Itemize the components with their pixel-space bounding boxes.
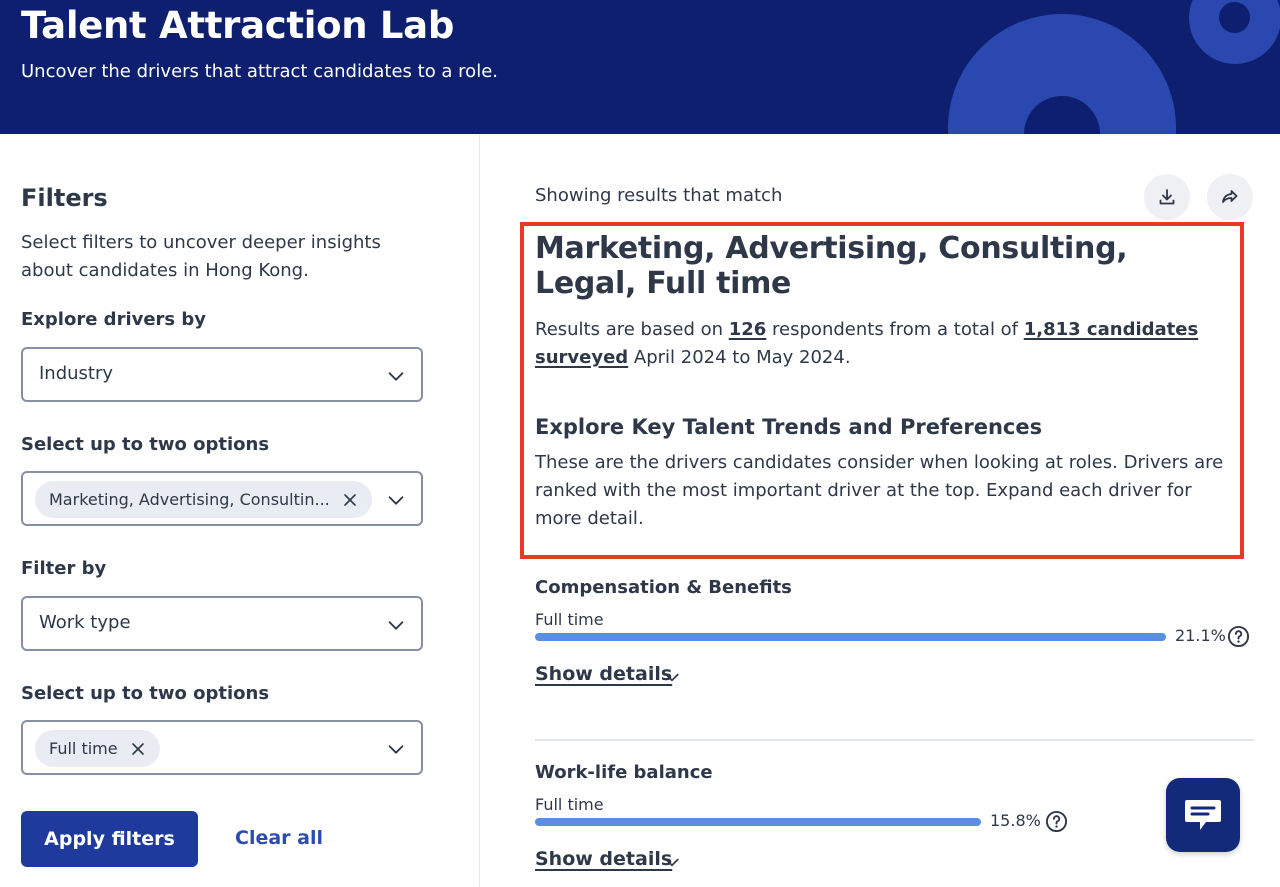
explore-drivers-select[interactable]: Industry (21, 347, 423, 402)
work-type-options-select[interactable]: Full time (21, 720, 423, 775)
download-button[interactable] (1144, 174, 1190, 220)
download-icon (1159, 189, 1175, 205)
industry-options-select[interactable]: Marketing, Advertising, Consultin... (21, 471, 423, 526)
results-text-mid: respondents from a total of (766, 319, 1024, 340)
explore-trends-text: These are the drivers candidates conside… (535, 452, 1224, 529)
filter-by-label: Filter by (21, 558, 107, 579)
industry-chip-label: Marketing, Advertising, Consultin... (49, 490, 330, 509)
respondents-link[interactable]: 126 (729, 319, 767, 340)
results-title: Marketing, Advertising, Consulting, Lega… (535, 231, 1128, 301)
work-type-chip: Full time (35, 730, 160, 767)
driver-percent: 15.8% (990, 811, 1041, 830)
show-details-link[interactable]: Show details (535, 848, 672, 870)
results-text-suffix: April 2024 to May 2024. (628, 347, 851, 368)
driver-name: Compensation & Benefits (535, 577, 792, 598)
results-summary: Results are based on 126 respondents fro… (535, 316, 1235, 372)
showing-results-label: Showing results that match (535, 185, 783, 206)
explore-trends-title: Explore Key Talent Trends and Preference… (535, 415, 1043, 439)
industry-chip: Marketing, Advertising, Consultin... (35, 481, 372, 518)
driver-percent: 21.1% (1175, 626, 1226, 645)
share-button[interactable] (1207, 174, 1253, 220)
divider (535, 739, 1254, 741)
chevron-down-icon (388, 372, 404, 381)
chevron-down-icon (388, 496, 404, 505)
apply-filters-button[interactable]: Apply filters (21, 811, 198, 867)
filters-description: Select filters to uncover deeper insight… (21, 232, 381, 281)
page-subtitle: Uncover the drivers that attract candida… (21, 61, 498, 82)
help-circle-icon[interactable] (1227, 625, 1250, 648)
show-details-link[interactable]: Show details (535, 663, 672, 685)
results-text-prefix: Results are based on (535, 319, 729, 340)
driver-progress-bar (535, 633, 1166, 641)
close-icon[interactable] (130, 741, 146, 757)
filter-by-select[interactable]: Work type (21, 596, 423, 651)
help-circle-icon[interactable] (1045, 810, 1068, 833)
work-type-chip-label: Full time (49, 739, 118, 758)
close-icon[interactable] (342, 492, 358, 508)
driver-work-type: Full time (535, 610, 604, 629)
share-icon (1222, 190, 1238, 203)
page-title: Talent Attraction Lab (21, 4, 455, 47)
driver-name: Work-life balance (535, 762, 713, 783)
chevron-down-icon[interactable] (662, 852, 682, 872)
decorative-circle (1189, 0, 1280, 64)
driver-work-type: Full time (535, 795, 604, 814)
explore-drivers-value: Industry (39, 363, 114, 384)
driver-progress-bar (535, 818, 981, 826)
options1-label: Select up to two options (21, 434, 270, 455)
chat-button[interactable] (1166, 778, 1240, 852)
chevron-down-icon (388, 621, 404, 630)
header-banner: Talent Attraction Lab Uncover the driver… (0, 0, 1280, 134)
filters-panel: Filters Select filters to uncover deeper… (0, 134, 480, 887)
decorative-ring (948, 14, 1176, 134)
options2-label: Select up to two options (21, 683, 270, 704)
clear-all-link[interactable]: Clear all (235, 827, 323, 849)
explore-drivers-label: Explore drivers by (21, 309, 207, 330)
chat-icon (1185, 800, 1221, 830)
chevron-down-icon (388, 745, 404, 754)
results-panel: Showing results that match Marketing, Ad… (481, 134, 1280, 887)
filters-title: Filters (21, 184, 108, 212)
chevron-down-icon[interactable] (662, 667, 682, 687)
filter-by-value: Work type (39, 612, 131, 633)
